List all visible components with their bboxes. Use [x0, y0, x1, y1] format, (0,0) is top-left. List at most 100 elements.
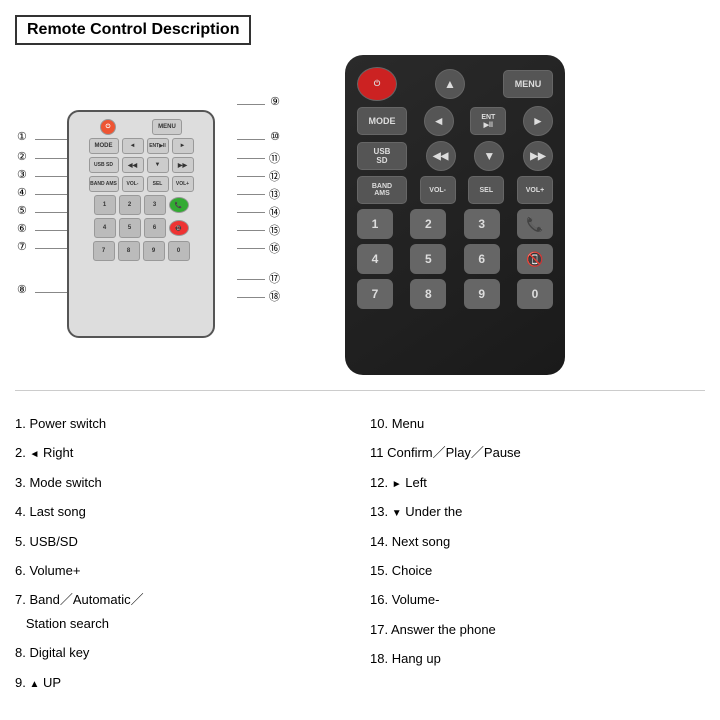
remote-row-5: 1 2 3 📞: [74, 195, 208, 215]
rp-2-btn[interactable]: 2: [410, 209, 446, 239]
num3-btn-diagram[interactable]: 3: [144, 195, 166, 215]
rp-prev-btn[interactable]: ◀◀: [426, 141, 456, 171]
rp-8-btn[interactable]: 8: [410, 279, 446, 309]
rp-4-btn[interactable]: 4: [357, 244, 393, 274]
remote-row-1: ⏻ MENU: [74, 119, 208, 135]
label-18: ⑱: [269, 288, 280, 304]
rp-row-7: 7 8 9 0: [357, 279, 553, 309]
diagram-section: ① ② ③ ④ ⑤ ⑥ ⑦ ⑧ ⑨ ⑩ ⑪ ⑫ ⑬ ⑭ ⑮ ⑯ ⑰ ⑱: [15, 55, 305, 375]
rp-next-btn[interactable]: ▶▶: [523, 141, 553, 171]
rp-volplus-btn[interactable]: VOL+: [517, 176, 553, 204]
usbsd-btn-diagram[interactable]: USB SD: [89, 157, 119, 173]
desc-15: 15. Choice: [370, 556, 705, 585]
desc-16: 16. Volume-: [370, 585, 705, 614]
label-8: ⑧: [17, 283, 27, 296]
label-2: ②: [17, 150, 27, 163]
desc-11: 11 Confirm／Play／Pause: [370, 438, 705, 467]
description-section: 1. Power switch 2. ◄ Right 3. Mode switc…: [15, 390, 705, 697]
remote-photo: ⏻ ▲ MENU MODE ◄ ENT▶ll ► USBSD ◀◀ ▼ ▶▶: [345, 55, 565, 375]
rp-power-btn[interactable]: ⏻: [357, 67, 397, 101]
num5-btn-diagram[interactable]: 5: [119, 218, 141, 238]
rp-left2-btn[interactable]: ◄: [424, 106, 454, 136]
rp-row-2: MODE ◄ ENT▶ll ►: [357, 106, 553, 136]
prev-btn-diagram[interactable]: ◀◀: [122, 157, 144, 173]
down-btn-diagram[interactable]: ▼: [147, 157, 169, 173]
band-btn-diagram[interactable]: BAND AMS: [89, 176, 119, 192]
rp-up-btn[interactable]: ▲: [435, 69, 465, 99]
label-11: ⑪: [269, 150, 280, 166]
rp-7-btn[interactable]: 7: [357, 279, 393, 309]
desc-3: 3. Mode switch: [15, 468, 350, 497]
num4-btn-diagram[interactable]: 4: [94, 218, 116, 238]
desc-6: 6. Volume+: [15, 556, 350, 585]
desc-1: 1. Power switch: [15, 409, 350, 438]
right-btn-diagram[interactable]: ►: [172, 138, 194, 154]
rp-row-1: ⏻ ▲ MENU: [357, 67, 553, 101]
remote-outline: ⏻ MENU MODE ◄ ENT▶ll ►: [67, 110, 215, 338]
rp-1-btn[interactable]: 1: [357, 209, 393, 239]
rp-right2-btn[interactable]: ►: [523, 106, 553, 136]
desc-left: 1. Power switch 2. ◄ Right 3. Mode switc…: [15, 409, 350, 697]
num0-btn-diagram[interactable]: 0: [168, 241, 190, 261]
rp-row-6: 4 5 6 📵: [357, 244, 553, 274]
call-btn-diagram[interactable]: 📞: [169, 197, 189, 213]
label-3: ③: [17, 168, 27, 181]
label-5: ⑤: [17, 204, 27, 217]
rp-band-btn[interactable]: BANDAMS: [357, 176, 407, 204]
power-btn-diagram[interactable]: ⏻: [100, 119, 116, 135]
desc-right: 10. Menu 11 Confirm／Play／Pause 12. ► Lef…: [370, 409, 705, 697]
label-13: ⑬: [269, 186, 280, 202]
rp-menu-btn[interactable]: MENU: [503, 70, 553, 98]
rp-3-btn[interactable]: 3: [464, 209, 500, 239]
volplus-btn-diagram[interactable]: VOL+: [172, 176, 194, 192]
rp-0-btn[interactable]: 0: [517, 279, 553, 309]
left-btn-diagram[interactable]: ◄: [122, 138, 144, 154]
rp-call-btn[interactable]: 📞: [517, 209, 553, 239]
rp-6-btn[interactable]: 6: [464, 244, 500, 274]
mode-btn-diagram[interactable]: MODE: [89, 138, 119, 154]
diagram-wrapper: ① ② ③ ④ ⑤ ⑥ ⑦ ⑧ ⑨ ⑩ ⑪ ⑫ ⑬ ⑭ ⑮ ⑯ ⑰ ⑱: [15, 55, 285, 350]
label-9: ⑨: [270, 95, 280, 108]
label-6: ⑥: [17, 222, 27, 235]
num2-btn-diagram[interactable]: 2: [119, 195, 141, 215]
desc-5: 5. USB/SD: [15, 527, 350, 556]
num9-btn-diagram[interactable]: 9: [143, 241, 165, 261]
rp-sel-btn[interactable]: SEL: [468, 176, 504, 204]
hangup-btn-diagram[interactable]: 📵: [169, 220, 189, 236]
sel-btn-diagram[interactable]: SEL: [147, 176, 169, 192]
main-container: Remote Control Description ① ② ③ ④ ⑤ ⑥ ⑦…: [0, 0, 720, 720]
ent-btn-diagram[interactable]: ENT▶ll: [147, 138, 169, 154]
num6-btn-diagram[interactable]: 6: [144, 218, 166, 238]
label-12: ⑫: [269, 168, 280, 184]
label-17: ⑰: [269, 270, 280, 286]
label-10: ⑩: [270, 130, 280, 143]
rp-hangup-btn[interactable]: 📵: [517, 244, 553, 274]
label-15: ⑮: [269, 222, 280, 238]
label-14: ⑭: [269, 204, 280, 220]
menu-btn-diagram[interactable]: MENU: [152, 119, 182, 135]
desc-2: 2. ◄ Right: [15, 438, 350, 467]
rp-5-btn[interactable]: 5: [410, 244, 446, 274]
num1-btn-diagram[interactable]: 1: [94, 195, 116, 215]
remote-row-3: USB SD ◀◀ ▼ ▶▶: [74, 157, 208, 173]
rp-usbsd-btn[interactable]: USBSD: [357, 142, 407, 170]
rp-mode-btn[interactable]: MODE: [357, 107, 407, 135]
rp-down-btn[interactable]: ▼: [474, 141, 504, 171]
desc-14: 14. Next song: [370, 527, 705, 556]
label-1: ①: [17, 130, 27, 143]
volminus-btn-diagram[interactable]: VOL-: [122, 176, 144, 192]
remote-row-7: 7 8 9 0: [74, 241, 208, 261]
rp-volminus-btn[interactable]: VOL-: [420, 176, 456, 204]
num7-btn-diagram[interactable]: 7: [93, 241, 115, 261]
desc-4: 4. Last song: [15, 497, 350, 526]
desc-9: 9. ▲ UP: [15, 668, 350, 697]
next-btn-diagram[interactable]: ▶▶: [172, 157, 194, 173]
rp-9-btn[interactable]: 9: [464, 279, 500, 309]
desc-grid: 1. Power switch 2. ◄ Right 3. Mode switc…: [15, 409, 705, 697]
remote-row-4: BAND AMS VOL- SEL VOL+: [74, 176, 208, 192]
rp-ent-btn[interactable]: ENT▶ll: [470, 107, 506, 135]
label-4: ④: [17, 186, 27, 199]
num8-btn-diagram[interactable]: 8: [118, 241, 140, 261]
remote-rows: ⏻ MENU MODE ◄ ENT▶ll ►: [74, 119, 208, 261]
remote-row-6: 4 5 6 📵: [74, 218, 208, 238]
